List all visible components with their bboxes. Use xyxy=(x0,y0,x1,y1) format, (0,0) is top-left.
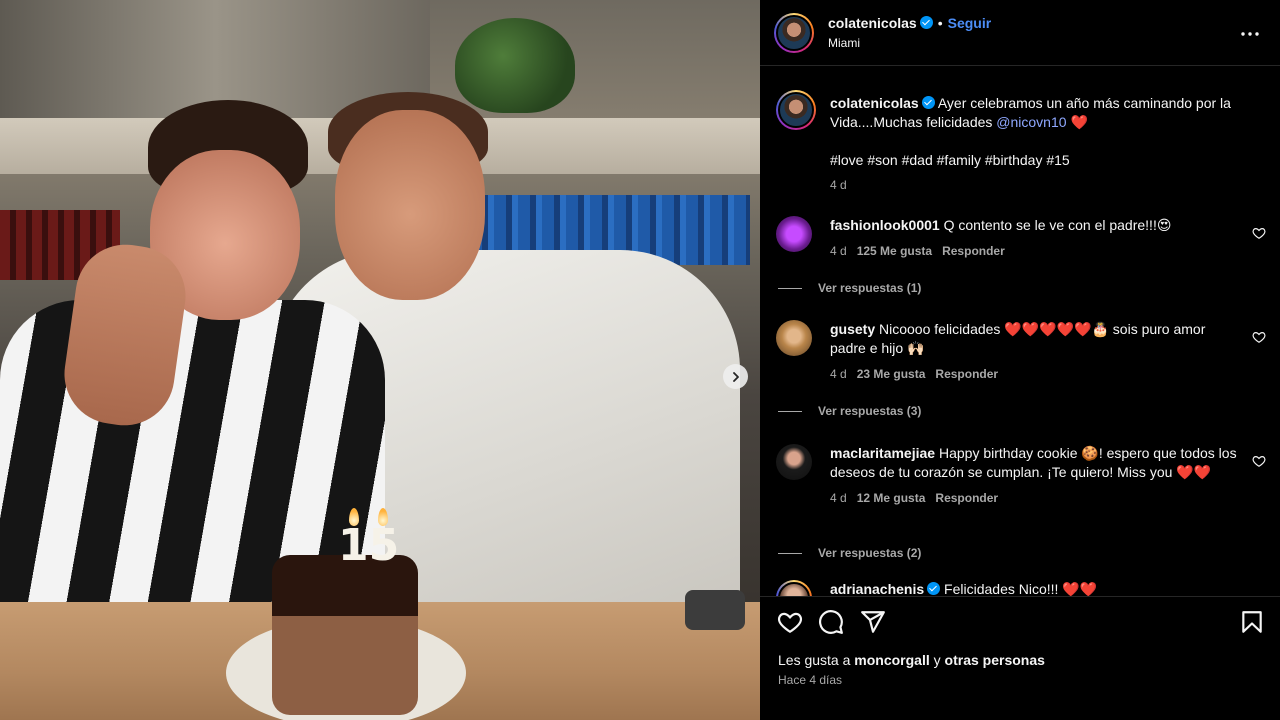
candle-number: 15 xyxy=(338,520,400,571)
avatar[interactable] xyxy=(774,13,814,53)
comment-text: Q contento se le ve con el padre!!!😍 xyxy=(943,217,1172,233)
header-username[interactable]: colatenicolas xyxy=(828,15,917,31)
caption-username[interactable]: colatenicolas xyxy=(830,95,919,111)
verified-badge-icon xyxy=(919,16,933,29)
heart-icon[interactable] xyxy=(777,609,803,635)
comment-item: maclaritamejiae Happy birthday cookie 🍪!… xyxy=(776,444,1266,574)
post-header: colatenicolas • Seguir Miami xyxy=(760,0,1280,66)
comment-body: maclaritamejiae Happy birthday cookie 🍪!… xyxy=(830,444,1240,505)
heart-icon[interactable] xyxy=(1252,454,1266,468)
header-user-row: colatenicolas • Seguir xyxy=(828,15,991,31)
location-link[interactable]: Miami xyxy=(828,36,860,50)
comment-username[interactable]: gusety xyxy=(830,321,875,337)
photo-plant xyxy=(455,18,575,113)
comment-likes[interactable]: 23 Me gusta xyxy=(857,367,926,381)
view-replies-button[interactable]: Ver respuestas (2) xyxy=(778,546,921,560)
comment-time: 4 d xyxy=(830,367,847,381)
comment-meta: 4 d 125 Me gusta Responder xyxy=(830,244,1240,258)
likes-user-link[interactable]: moncorgall xyxy=(854,652,929,668)
post-photo[interactable]: 15 xyxy=(0,0,760,720)
photo-wristwatch xyxy=(685,590,745,630)
likes-summary: Les gusta a moncorgall y otras personas xyxy=(778,652,1045,668)
comment-likes[interactable]: 12 Me gusta xyxy=(857,491,926,505)
verified-badge-icon xyxy=(921,96,935,109)
caption-hashtags[interactable]: #love #son #dad #family #birthday #15 xyxy=(830,151,1070,170)
photo-man-face xyxy=(335,110,485,300)
comment-username[interactable]: maclaritamejiae xyxy=(830,445,935,461)
comment-text: Nicoooo felicidades ❤️❤️❤️❤️❤️🎂 sois pur… xyxy=(830,321,1206,356)
verified-badge-icon xyxy=(927,582,941,595)
comment-text: Felicidades Nico!!! ❤️❤️ xyxy=(944,581,1098,596)
bookmark-icon[interactable] xyxy=(1239,609,1265,635)
heart-icon[interactable] xyxy=(1252,226,1266,240)
caption-body: colatenicolas Ayer celebramos un año más… xyxy=(830,94,1260,132)
comment-time: 4 d xyxy=(830,491,847,505)
avatar[interactable] xyxy=(776,320,812,356)
photo-birthday-cake xyxy=(272,555,418,715)
carousel-next-button[interactable] xyxy=(723,364,748,389)
caption-emoji: ❤️ xyxy=(1070,114,1088,130)
avatar[interactable] xyxy=(776,216,812,252)
view-replies-button[interactable]: Ver respuestas (3) xyxy=(778,404,921,418)
heart-icon[interactable] xyxy=(1252,330,1266,344)
caption-time: 4 d xyxy=(830,178,847,192)
post-side-panel: colatenicolas • Seguir Miami colatenicolas… xyxy=(760,0,1280,720)
reply-button[interactable]: Responder xyxy=(935,367,998,381)
comment-icon[interactable] xyxy=(818,609,844,635)
likes-mid: y xyxy=(933,652,941,668)
view-replies-button[interactable]: Ver respuestas (1) xyxy=(778,281,921,295)
avatar[interactable] xyxy=(776,90,816,130)
comment-item: gusety Nicoooo felicidades ❤️❤️❤️❤️❤️🎂 s… xyxy=(776,320,1266,430)
comment-likes[interactable]: 125 Me gusta xyxy=(857,244,932,258)
comment-time: 4 d xyxy=(830,244,847,258)
comment-body: fashionlook0001 Q contento se le ve con … xyxy=(830,216,1240,258)
comment-body: gusety Nicoooo felicidades ❤️❤️❤️❤️❤️🎂 s… xyxy=(830,320,1240,381)
caption-mention[interactable]: @nicovn10 xyxy=(996,114,1066,130)
comment-item: adrianachenis Felicidades Nico!!! ❤️❤️ xyxy=(776,580,1266,596)
comment-username[interactable]: adrianachenis xyxy=(830,581,924,596)
post-actions: Les gusta a moncorgall y otras personas … xyxy=(760,596,1280,720)
reply-button[interactable]: Responder xyxy=(935,491,998,505)
comment-meta: 4 d 23 Me gusta Responder xyxy=(830,367,1240,381)
avatar[interactable] xyxy=(776,580,812,596)
comment-body: adrianachenis Felicidades Nico!!! ❤️❤️ xyxy=(830,580,1240,596)
comment-username[interactable]: fashionlook0001 xyxy=(830,217,940,233)
chevron-right-icon xyxy=(732,371,739,382)
follow-button[interactable]: Seguir xyxy=(948,15,992,31)
likes-others-link[interactable]: otras personas xyxy=(945,652,1045,668)
reply-button[interactable]: Responder xyxy=(942,244,1005,258)
share-icon[interactable] xyxy=(860,609,886,635)
more-horizontal-icon[interactable] xyxy=(1240,24,1260,44)
comment-item: fashionlook0001 Q contento se le ve con … xyxy=(776,216,1266,306)
comment-meta: 4 d 12 Me gusta Responder xyxy=(830,491,1240,505)
likes-prefix: Les gusta a xyxy=(778,652,851,668)
avatar[interactable] xyxy=(776,444,812,480)
separator-dot: • xyxy=(937,15,943,31)
comments-list[interactable]: colatenicolas Ayer celebramos un año más… xyxy=(760,66,1280,596)
post-date: Hace 4 días xyxy=(778,673,843,687)
